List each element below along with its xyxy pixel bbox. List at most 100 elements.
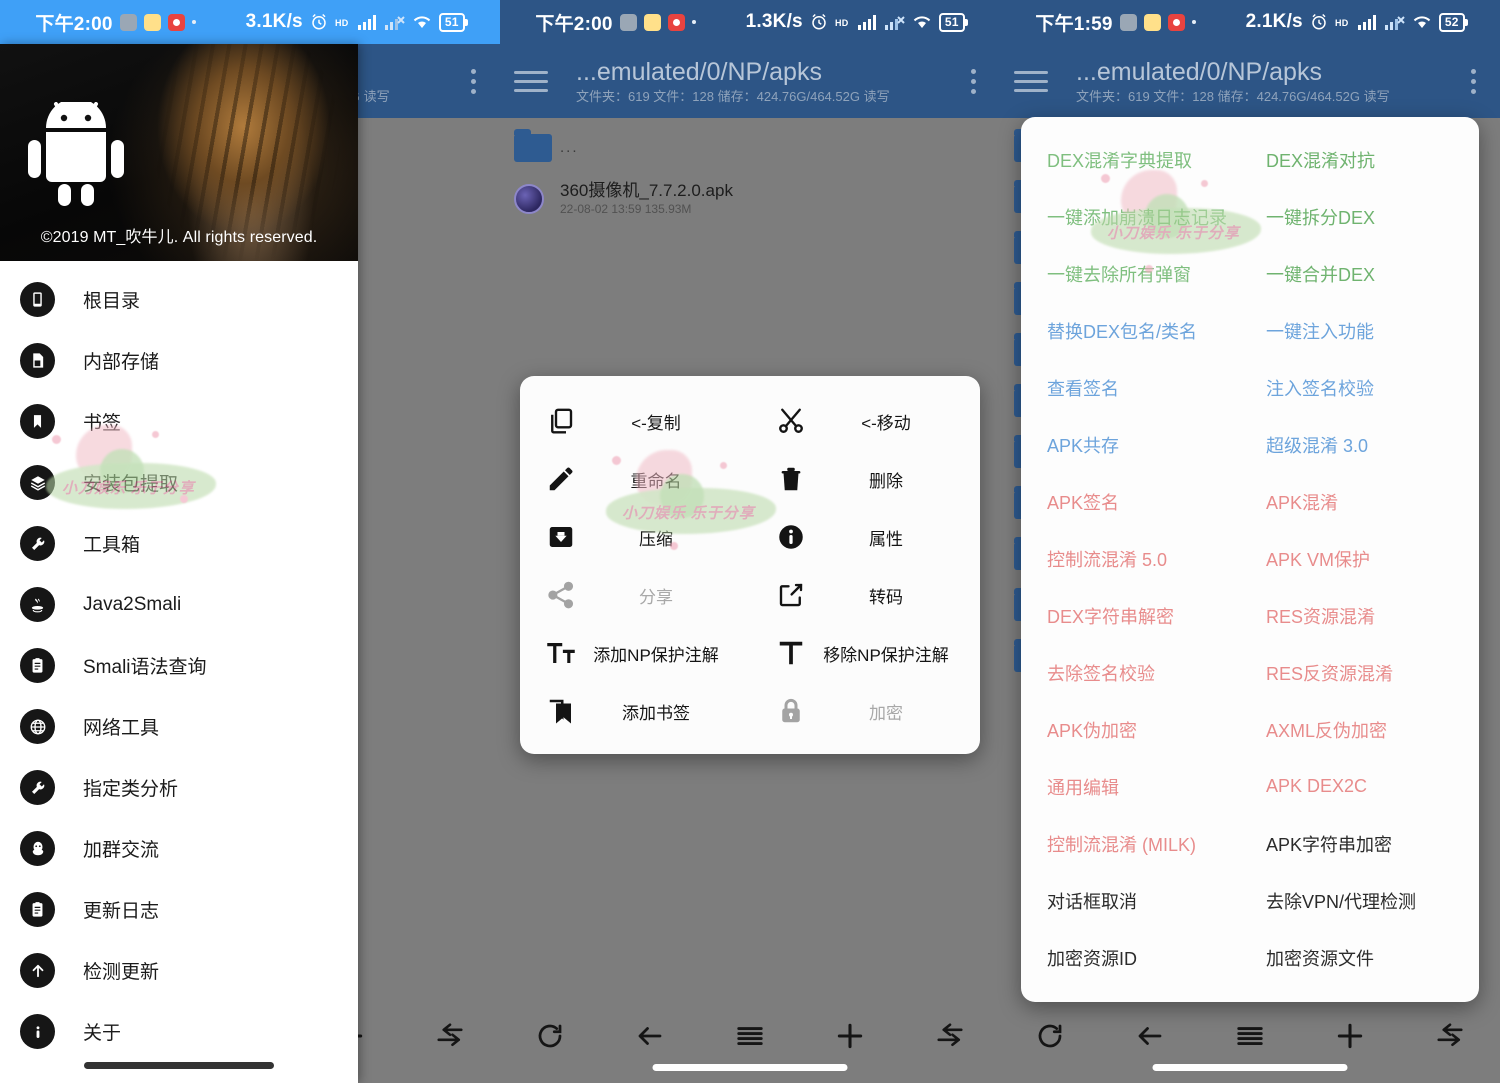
header-titles: ...emulated/0/NP/apks 文件夹：619 文件：128 储存：… — [576, 57, 960, 106]
scissors-icon — [776, 406, 822, 436]
drawer-item-8[interactable]: 指定类分析 — [0, 757, 358, 818]
drawer-item-label: 网络工具 — [83, 713, 159, 740]
context-menu-grid[interactable]: <-复制<-移动重命名删除压缩属性分享转码添加NP保护注解移除NP保护注解添加书… — [520, 392, 980, 740]
drawer-item-label: 加群交流 — [83, 835, 159, 862]
overflow-menu-button[interactable] — [960, 69, 986, 94]
tools-menu-item-5[interactable]: 一键合并DEX — [1250, 245, 1479, 302]
context-menu-item-10[interactable]: 添加书签 — [520, 682, 750, 740]
tools-menu-item-22[interactable]: 通用编辑 — [1021, 758, 1250, 815]
drawer-item-list[interactable]: 根目录内部存储书签安装包提取工具箱Java2SmaliSmali语法查询网络工具… — [0, 261, 358, 1083]
context-menu-item-4[interactable]: 压缩 — [520, 508, 750, 566]
navigation-drawer[interactable]: ©2019 MT_吹牛儿. All rights reserved. 根目录内部… — [0, 44, 358, 1083]
drawer-item-2[interactable]: 书签 — [0, 391, 358, 452]
tools-menu-grid[interactable]: DEX混淆字典提取DEX混淆对抗一键添加崩溃日志记录一键拆分DEX一键去除所有弹… — [1021, 131, 1479, 986]
switch-panel-button[interactable] — [424, 1014, 476, 1058]
more-notifications-dot — [192, 20, 196, 24]
plus-button[interactable] — [1324, 1014, 1376, 1058]
tools-menu-item-25[interactable]: APK字符串加密 — [1250, 815, 1479, 872]
context-menu-item-9[interactable]: 移除NP保护注解 — [750, 624, 980, 682]
file-context-menu[interactable]: <-复制<-移动重命名删除压缩属性分享转码添加NP保护注解移除NP保护注解添加书… — [520, 376, 980, 754]
context-menu-item-label: 转码 — [822, 583, 980, 608]
tools-menu-item-19[interactable]: RES反资源混淆 — [1250, 644, 1479, 701]
tools-menu-item-2[interactable]: 一键添加崩溃日志记录 — [1021, 188, 1250, 245]
context-menu-item-2[interactable]: 重命名 — [520, 450, 750, 508]
tools-menu-item-11[interactable]: 超级混淆 3.0 — [1250, 416, 1479, 473]
context-menu-item-1[interactable]: <-移动 — [750, 392, 980, 450]
tools-menu-item-14[interactable]: 控制流混淆 5.0 — [1021, 530, 1250, 587]
tools-menu-item-18[interactable]: 去除签名校验 — [1021, 644, 1250, 701]
drawer-item-0[interactable]: 根目录 — [0, 269, 358, 330]
menu-list-button[interactable] — [1224, 1014, 1276, 1058]
tools-menu-item-4[interactable]: 一键去除所有弹窗 — [1021, 245, 1250, 302]
switch-panel-button[interactable] — [924, 1014, 976, 1058]
file-row[interactable]: ... — [500, 122, 1000, 173]
overflow-menu-button[interactable] — [460, 69, 486, 94]
menu-list-button[interactable] — [724, 1014, 776, 1058]
drawer-item-label: 根目录 — [83, 286, 140, 313]
drawer-item-12[interactable]: 关于 — [0, 1001, 358, 1062]
drawer-item-7[interactable]: 网络工具 — [0, 696, 358, 757]
signal-bars-icon — [1358, 14, 1378, 30]
switch-panel-button[interactable] — [1424, 1014, 1476, 1058]
wifi-icon — [912, 14, 932, 30]
tools-menu-item-7[interactable]: 一键注入功能 — [1250, 302, 1479, 359]
drawer-item-3[interactable]: 安装包提取 — [0, 452, 358, 513]
drawer-item-10[interactable]: 更新日志 — [0, 879, 358, 940]
tools-menu-item-13[interactable]: APK混淆 — [1250, 473, 1479, 530]
file-name: ... — [560, 137, 579, 158]
file-meta: 360摄像机_7.7.2.0.apk22-08-02 13:59 135.93M — [560, 180, 733, 217]
tools-menu-item-15[interactable]: APK VM保护 — [1250, 530, 1479, 587]
tools-menu-item-17[interactable]: RES资源混淆 — [1250, 587, 1479, 644]
context-menu-item-label: 添加NP保护注解 — [592, 641, 750, 666]
tools-menu-item-1[interactable]: DEX混淆对抗 — [1250, 131, 1479, 188]
hd-icon: HD — [1335, 17, 1351, 28]
context-menu-item-0[interactable]: <-复制 — [520, 392, 750, 450]
tools-menu-item-26[interactable]: 对话框取消 — [1021, 872, 1250, 929]
back-arrow-button[interactable] — [1124, 1014, 1176, 1058]
drawer-item-label: 检测更新 — [83, 957, 159, 984]
signal-bars-secondary-icon — [385, 14, 405, 30]
drawer-item-1[interactable]: 内部存储 — [0, 330, 358, 391]
hamburger-menu-button[interactable] — [514, 71, 548, 92]
more-notifications-dot — [1192, 20, 1196, 24]
context-menu-item-7[interactable]: 转码 — [750, 566, 980, 624]
apk-tools-menu[interactable]: DEX混淆字典提取DEX混淆对抗一键添加崩溃日志记录一键拆分DEX一键去除所有弹… — [1021, 117, 1479, 1002]
overflow-menu-button[interactable] — [1460, 69, 1486, 94]
tools-menu-item-23[interactable]: APK DEX2C — [1250, 758, 1479, 815]
tools-menu-item-27[interactable]: 去除VPN/代理检测 — [1250, 872, 1479, 929]
drawer-item-11[interactable]: 检测更新 — [0, 940, 358, 1001]
drawer-item-9[interactable]: 加群交流 — [0, 818, 358, 879]
hamburger-menu-button[interactable] — [1014, 71, 1048, 92]
tools-menu-item-21[interactable]: AXML反伪加密 — [1250, 701, 1479, 758]
tools-menu-item-9[interactable]: 注入签名校验 — [1250, 359, 1479, 416]
context-menu-item-5[interactable]: 属性 — [750, 508, 980, 566]
tools-menu-item-6[interactable]: 替换DEX包名/类名 — [1021, 302, 1250, 359]
refresh-button[interactable] — [1024, 1014, 1076, 1058]
tools-menu-item-20[interactable]: APK伪加密 — [1021, 701, 1250, 758]
java-icon — [20, 587, 55, 622]
tools-menu-item-29[interactable]: 加密资源文件 — [1250, 929, 1479, 986]
alarm-icon — [810, 13, 828, 31]
drawer-item-4[interactable]: 工具箱 — [0, 513, 358, 574]
wrench-icon — [20, 526, 55, 561]
tools-menu-item-10[interactable]: APK共存 — [1021, 416, 1250, 473]
refresh-button[interactable] — [524, 1014, 576, 1058]
drawer-item-5[interactable]: Java2Smali — [0, 574, 358, 635]
tools-menu-item-24[interactable]: 控制流混淆 (MILK) — [1021, 815, 1250, 872]
plus-button[interactable] — [824, 1014, 876, 1058]
copy-icon — [546, 406, 592, 436]
file-row[interactable]: 360摄像机_7.7.2.0.apk22-08-02 13:59 135.93M — [500, 173, 1000, 224]
context-menu-item-3[interactable]: 删除 — [750, 450, 980, 508]
tools-menu-item-12[interactable]: APK签名 — [1021, 473, 1250, 530]
tools-menu-item-8[interactable]: 查看签名 — [1021, 359, 1250, 416]
note-notification-icon — [144, 14, 161, 31]
context-menu-item-label: 添加书签 — [592, 699, 750, 724]
tools-menu-item-28[interactable]: 加密资源ID — [1021, 929, 1250, 986]
tools-menu-item-3[interactable]: 一键拆分DEX — [1250, 188, 1479, 245]
context-menu-item-8[interactable]: 添加NP保护注解 — [520, 624, 750, 682]
back-arrow-button[interactable] — [624, 1014, 676, 1058]
tools-menu-item-16[interactable]: DEX字符串解密 — [1021, 587, 1250, 644]
tools-menu-item-0[interactable]: DEX混淆字典提取 — [1021, 131, 1250, 188]
drawer-item-6[interactable]: Smali语法查询 — [0, 635, 358, 696]
signal-bars-icon — [358, 14, 378, 30]
